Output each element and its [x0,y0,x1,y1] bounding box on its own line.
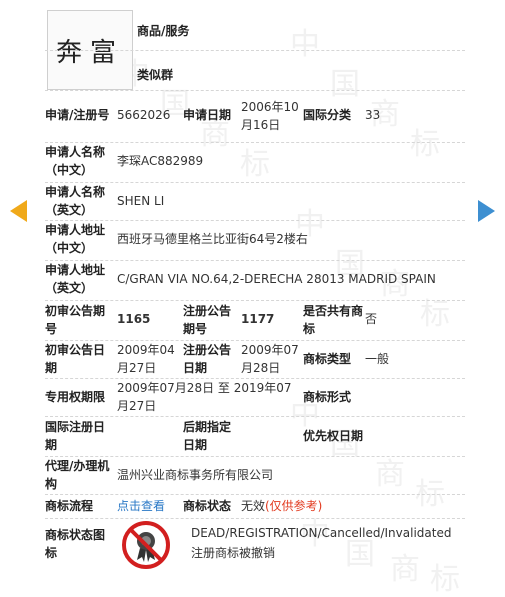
row-address-cn: 申请人地址（中文） 西班牙马德里格兰比亚街64号2楼右 [45,220,465,261]
similar-group-label: 类似群 [137,68,174,82]
reg-pub-date-value: 2009年07月28日 [241,343,299,375]
process-label: 商标流程 [45,499,94,513]
intl-class-label: 国际分类 [303,108,352,122]
row-pub-no: 初审公告期号 1165 注册公告期号 1177 是否共有商标 否 [45,300,465,341]
row-agent: 代理/办理机构 温州兴业商标事务所有限公司 [45,456,465,495]
prelim-date-label: 初审公告日期 [45,343,106,375]
prelim-no-label: 初审公告期号 [45,304,106,336]
intl-class-value: 33 [365,108,381,122]
reg-pub-date-label: 注册公告日期 [183,343,232,375]
agent-label: 代理/办理机构 [45,459,110,491]
status-cn-text: 注册商标被撤销 [191,546,276,560]
previous-arrow-icon[interactable] [10,200,27,222]
address-cn-value: 西班牙马德里格兰比亚街64号2楼右 [117,232,308,246]
status-note: (仅供参考) [265,499,323,513]
row-status-icon: 商标状态图标 DEAD/REGISTRATION/Cancelled/Inval… [45,518,465,570]
agent-value: 温州兴业商标事务所有限公司 [117,468,274,482]
prelim-date-value: 2009年04月27日 [117,343,175,375]
prelim-no-value: 1165 [117,312,151,326]
row-reg-no: 申请/注册号 5662026 申请日期 2006年10月16日 国际分类 33 [45,90,465,143]
goods-label: 商品/服务 [137,24,190,38]
reg-no-label: 申请/注册号 [45,108,110,122]
address-en-label: 申请人地址（英文） [45,263,106,295]
reg-pub-no-label: 注册公告期号 [183,304,232,336]
applicant-cn-value: 李琛AC882989 [117,154,204,168]
applicant-en-label: 申请人名称（英文） [45,185,106,217]
later-date-label: 后期指定日期 [183,420,232,452]
priority-date-label: 优先权日期 [303,429,364,443]
tm-type-value: 一般 [365,352,390,366]
row-status: 商标流程 点击查看 商标状态 无效 (仅供参考) [45,494,465,519]
invalid-status-icon [122,521,170,569]
exclusive-value: 2009年07月28日 至 2019年07月27日 [117,381,292,413]
status-icon-label: 商标状态图标 [45,528,106,560]
address-cn-label: 申请人地址（中文） [45,223,106,255]
row-applicant-cn: 申请人名称（中文） 李琛AC882989 [45,142,465,183]
address-en-value: C/GRAN VIA NO.64,2-DERECHA 28013 MADRID … [117,272,436,286]
status-label: 商标状态 [183,499,232,513]
row-similar: 类似群 [45,52,465,91]
row-intl-dates: 国际注册日期 后期指定日期 优先权日期 [45,416,465,457]
reg-no-value: 5662026 [117,108,171,122]
reg-pub-no-value: 1177 [241,312,275,326]
tm-form-label: 商标形式 [303,390,352,404]
tm-type-label: 商标类型 [303,352,352,366]
applicant-cn-label: 申请人名称（中文） [45,145,106,177]
applicant-en-value: SHEN LI [117,194,165,208]
row-exclusive: 专用权期限 2009年07月28日 至 2019年07月27日 商标形式 [45,378,465,417]
row-goods: 商品/服务 [45,18,465,51]
next-arrow-icon[interactable] [478,200,495,222]
row-address-en: 申请人地址（英文） C/GRAN VIA NO.64,2-DERECHA 280… [45,260,465,301]
row-pub-date: 初审公告日期 2009年04月27日 注册公告日期 2009年07月28日 商标… [45,340,465,379]
shared-value: 否 [365,312,378,326]
status-value: 无效 [241,499,266,513]
shared-label: 是否共有商标 [303,304,364,336]
status-en-text: DEAD/REGISTRATION/Cancelled/Invalidated [191,526,452,540]
process-link[interactable]: 点击查看 [117,497,165,515]
exclusive-label: 专用权期限 [45,390,106,404]
row-applicant-en: 申请人名称（英文） SHEN LI [45,182,465,221]
app-date-label: 申请日期 [183,108,232,122]
intl-reg-date-label: 国际注册日期 [45,420,106,452]
app-date-value: 2006年10月16日 [241,100,299,132]
